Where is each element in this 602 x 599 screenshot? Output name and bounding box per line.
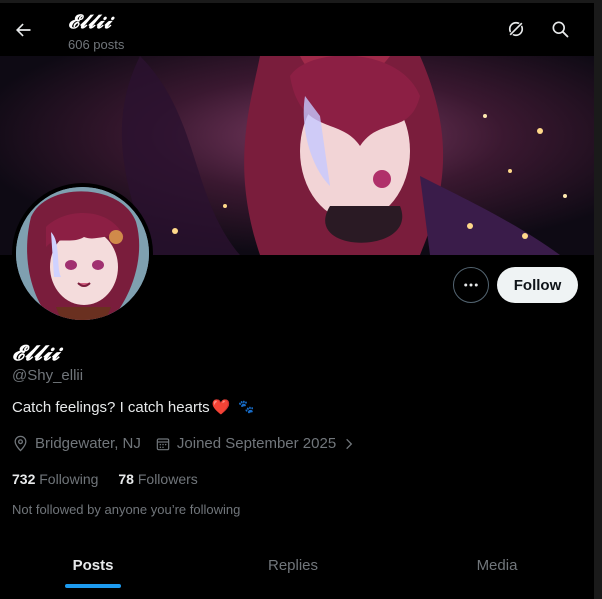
follow-button[interactable]: Follow xyxy=(497,267,578,303)
more-options-button[interactable] xyxy=(453,267,489,303)
joined-date[interactable]: Joined September 2025 xyxy=(155,435,356,452)
profile-bio: Catch feelings? I catch hearts ❤️ 🐾 xyxy=(12,398,255,417)
follow-stats: 732 Following 78 Followers xyxy=(12,471,198,487)
grok-icon xyxy=(508,21,524,37)
avatar-image xyxy=(16,187,149,320)
location-pin-icon xyxy=(14,435,27,452)
following-link[interactable]: 732 Following xyxy=(12,471,98,487)
location: Bridgewater, NJ xyxy=(12,435,141,452)
header-title: 𝓔𝓵𝓵𝓲𝓲 xyxy=(68,11,112,33)
grok-button[interactable] xyxy=(504,17,528,41)
heart-emoji: ❤️ xyxy=(211,399,231,416)
tab-posts-label: Posts xyxy=(72,556,114,574)
search-icon xyxy=(552,21,569,38)
location-text: Bridgewater, NJ xyxy=(35,435,141,452)
mutual-followers-note: Not followed by anyone you’re following xyxy=(12,502,241,517)
tab-media-label: Media xyxy=(476,556,518,574)
profile-handle: @Shy_ellii xyxy=(12,367,84,384)
active-tab-indicator xyxy=(65,584,121,588)
chevron-right-icon xyxy=(346,438,353,449)
more-horizontal-icon xyxy=(464,283,478,287)
profile-header-bar: 𝓔𝓵𝓵𝓲𝓲 606 posts xyxy=(0,3,594,56)
following-label: Following xyxy=(39,471,99,487)
tab-replies[interactable]: Replies xyxy=(186,540,400,590)
arrow-left-icon xyxy=(16,23,31,37)
tab-posts[interactable]: Posts xyxy=(0,540,186,590)
profile-avatar[interactable] xyxy=(12,183,153,324)
display-name: 𝓔𝓵𝓵𝓲𝓲 xyxy=(12,340,61,365)
bio-text: Catch feelings? I catch hearts xyxy=(12,398,210,416)
calendar-icon xyxy=(156,437,170,450)
tab-replies-label: Replies xyxy=(267,556,319,574)
following-count: 732 xyxy=(12,471,36,487)
followers-label: Followers xyxy=(137,471,198,487)
profile-tabs: Posts Replies Media xyxy=(0,540,594,590)
search-button[interactable] xyxy=(548,17,572,41)
paw-emoji: 🐾 xyxy=(238,399,255,414)
back-button[interactable] xyxy=(8,13,38,47)
window-frame-right xyxy=(594,0,602,599)
header-title-block: 𝓔𝓵𝓵𝓲𝓲 606 posts xyxy=(68,11,124,52)
followers-link[interactable]: 78 Followers xyxy=(118,471,197,487)
joined-text: Joined September 2025 xyxy=(176,435,337,452)
post-count: 606 posts xyxy=(68,37,125,52)
tab-media[interactable]: Media xyxy=(400,540,594,590)
followers-count: 78 xyxy=(118,471,134,487)
profile-meta: Bridgewater, NJ Joined September 2025 xyxy=(12,435,370,452)
